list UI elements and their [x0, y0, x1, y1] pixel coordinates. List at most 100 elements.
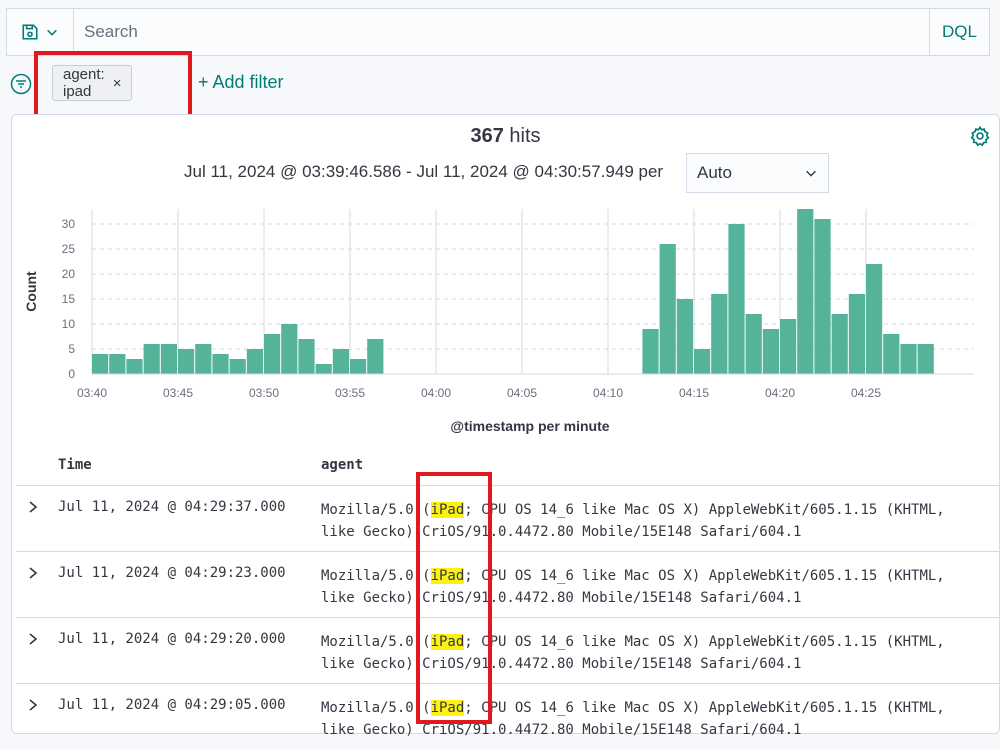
- saved-query-button[interactable]: [7, 9, 74, 55]
- table-row[interactable]: Jul 11, 2024 @ 04:29:20.000 Mozilla/5.0 (…: [16, 617, 999, 683]
- histogram-bar[interactable]: [126, 359, 143, 374]
- search-input[interactable]: [74, 9, 929, 55]
- query-language-button[interactable]: DQL: [929, 9, 989, 55]
- histogram-bar[interactable]: [315, 364, 332, 374]
- histogram-chart: 0 5 10 15 20 25 30 03:40 03:45 03:50 03:55 04:00 04:…: [23, 209, 974, 434]
- filter-bar: agent: ipad × + Add filter: [10, 64, 284, 104]
- x-tick-label: 03:55: [335, 386, 365, 400]
- histogram-bar[interactable]: [694, 349, 711, 374]
- y-tick-label: 20: [62, 267, 76, 281]
- column-header-agent[interactable]: agent: [321, 457, 363, 473]
- histogram-bar[interactable]: [195, 344, 212, 374]
- y-tick-label: 0: [68, 367, 75, 381]
- expand-row-icon[interactable]: [26, 698, 40, 712]
- agent-prefix: Mozilla/5.0 (: [321, 502, 431, 518]
- histogram-bar[interactable]: [780, 319, 797, 374]
- gear-icon[interactable]: [969, 125, 991, 147]
- histogram-bar[interactable]: [900, 344, 917, 374]
- x-tick-label: 04:20: [765, 386, 795, 400]
- x-tick-label: 04:15: [679, 386, 709, 400]
- histogram-bar[interactable]: [246, 349, 263, 374]
- cell-agent: Mozilla/5.0 (iPad; CPU OS 14_6 like Mac …: [321, 697, 981, 741]
- x-tick-label: 04:25: [851, 386, 881, 400]
- y-axis-label: Count: [23, 271, 39, 312]
- interval-value: Auto: [697, 163, 732, 182]
- histogram-bar[interactable]: [866, 264, 883, 374]
- histogram-bar[interactable]: [350, 359, 367, 374]
- y-tick-label: 25: [62, 242, 76, 256]
- expand-row-icon[interactable]: [26, 500, 40, 514]
- filter-pill[interactable]: agent: ipad ×: [52, 65, 133, 101]
- chevron-down-icon: [47, 29, 57, 36]
- histogram-bar[interactable]: [178, 349, 195, 374]
- x-axis-label: @timestamp per minute: [450, 418, 609, 434]
- agent-prefix: Mozilla/5.0 (: [321, 700, 431, 716]
- close-icon[interactable]: ×: [113, 75, 122, 92]
- expand-row-icon[interactable]: [26, 566, 40, 580]
- save-icon: [22, 24, 38, 40]
- table-row[interactable]: Jul 11, 2024 @ 04:29:05.000 Mozilla/5.0 (…: [16, 683, 999, 749]
- histogram-bar[interactable]: [659, 244, 676, 374]
- histogram-bar[interactable]: [642, 329, 659, 374]
- histogram-bar[interactable]: [212, 354, 229, 374]
- x-tick-label: 03:45: [163, 386, 193, 400]
- histogram-bar[interactable]: [814, 219, 831, 374]
- search-match-highlight: iPad: [430, 568, 465, 584]
- histogram-bar[interactable]: [728, 224, 745, 374]
- histogram-bar[interactable]: [281, 324, 298, 374]
- histogram-bar[interactable]: [917, 344, 934, 374]
- cell-agent: Mozilla/5.0 (iPad; CPU OS 14_6 like Mac …: [321, 565, 981, 609]
- histogram-bar[interactable]: [264, 334, 281, 374]
- cell-agent: Mozilla/5.0 (iPad; CPU OS 14_6 like Mac …: [321, 499, 981, 543]
- search-match-highlight: iPad: [430, 700, 465, 716]
- y-tick-label: 5: [68, 342, 75, 356]
- query-bar: DQL: [6, 8, 990, 56]
- hits-count: 367 hits: [12, 125, 999, 148]
- histogram-bar[interactable]: [883, 334, 900, 374]
- histogram-bar[interactable]: [229, 359, 246, 374]
- search-match-highlight: iPad: [430, 634, 465, 650]
- column-header-time[interactable]: Time: [58, 457, 92, 473]
- histogram-bar[interactable]: [109, 354, 126, 374]
- chevron-down-icon: [806, 170, 816, 177]
- histogram-bar[interactable]: [332, 349, 349, 374]
- table-row[interactable]: Jul 11, 2024 @ 04:29:37.000 Mozilla/5.0 (…: [16, 485, 999, 551]
- histogram-bar[interactable]: [745, 314, 762, 374]
- y-tick-label: 15: [62, 292, 76, 306]
- table-header: Time agent: [12, 455, 999, 485]
- agent-prefix: Mozilla/5.0 (: [321, 568, 431, 584]
- table-row[interactable]: Jul 11, 2024 @ 04:29:23.000 Mozilla/5.0 (…: [16, 551, 999, 617]
- interval-select[interactable]: Auto: [686, 153, 829, 193]
- histogram-bar[interactable]: [92, 354, 109, 374]
- histogram-bar[interactable]: [298, 339, 315, 374]
- hits-label: hits: [509, 125, 541, 147]
- cell-time: Jul 11, 2024 @ 04:29:20.000: [58, 631, 286, 647]
- x-tick-label: 03:40: [77, 386, 107, 400]
- histogram-bar[interactable]: [831, 314, 848, 374]
- filter-pill-label: agent: ipad: [63, 66, 105, 100]
- filter-options-icon[interactable]: [10, 73, 32, 95]
- x-tick-label: 04:00: [421, 386, 451, 400]
- cell-time: Jul 11, 2024 @ 04:29:05.000: [58, 697, 286, 713]
- histogram-bar[interactable]: [762, 329, 779, 374]
- x-tick-label: 04:05: [507, 386, 537, 400]
- x-tick-label: 04:10: [593, 386, 623, 400]
- histogram-bar[interactable]: [160, 344, 177, 374]
- histogram-bar[interactable]: [676, 299, 693, 374]
- histogram-bar[interactable]: [143, 344, 160, 374]
- x-tick-label: 03:50: [249, 386, 279, 400]
- histogram-bar[interactable]: [797, 209, 814, 374]
- histogram-bar[interactable]: [848, 294, 865, 374]
- expand-row-icon[interactable]: [26, 632, 40, 646]
- agent-prefix: Mozilla/5.0 (: [321, 634, 431, 650]
- results-panel: 367 hits Jul 11, 2024 @ 03:39:46.586 - J…: [11, 114, 1000, 738]
- add-filter-link[interactable]: + Add filter: [198, 72, 284, 93]
- cell-time: Jul 11, 2024 @ 04:29:37.000: [58, 499, 286, 515]
- cell-time: Jul 11, 2024 @ 04:29:23.000: [58, 565, 286, 581]
- y-tick-label: 10: [62, 317, 76, 331]
- hits-number: 367: [470, 125, 504, 147]
- histogram-bar[interactable]: [711, 294, 728, 374]
- cell-agent: Mozilla/5.0 (iPad; CPU OS 14_6 like Mac …: [321, 631, 981, 675]
- histogram-bar[interactable]: [367, 339, 384, 374]
- search-match-highlight: iPad: [430, 502, 465, 518]
